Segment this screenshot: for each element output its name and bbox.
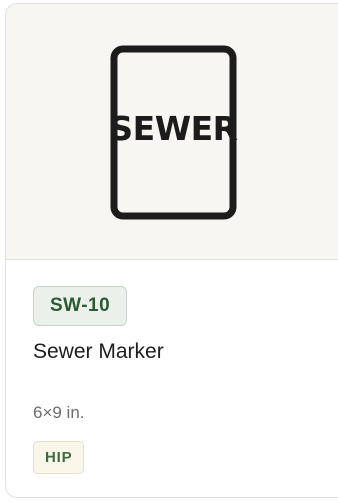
product-size: 6×9 in. — [33, 403, 85, 422]
sign-graphic: SEWER — [109, 45, 238, 220]
product-card[interactable]: SEWER SW-10 Sewer Marker 6×9 in. HIP — [5, 3, 338, 498]
product-title[interactable]: Sewer Marker — [33, 338, 164, 366]
material-badge: HIP — [33, 441, 85, 474]
product-code-badge: SW-10 — [33, 286, 128, 326]
product-image[interactable]: SEWER — [6, 4, 338, 260]
sign-text: SEWER — [109, 109, 238, 148]
